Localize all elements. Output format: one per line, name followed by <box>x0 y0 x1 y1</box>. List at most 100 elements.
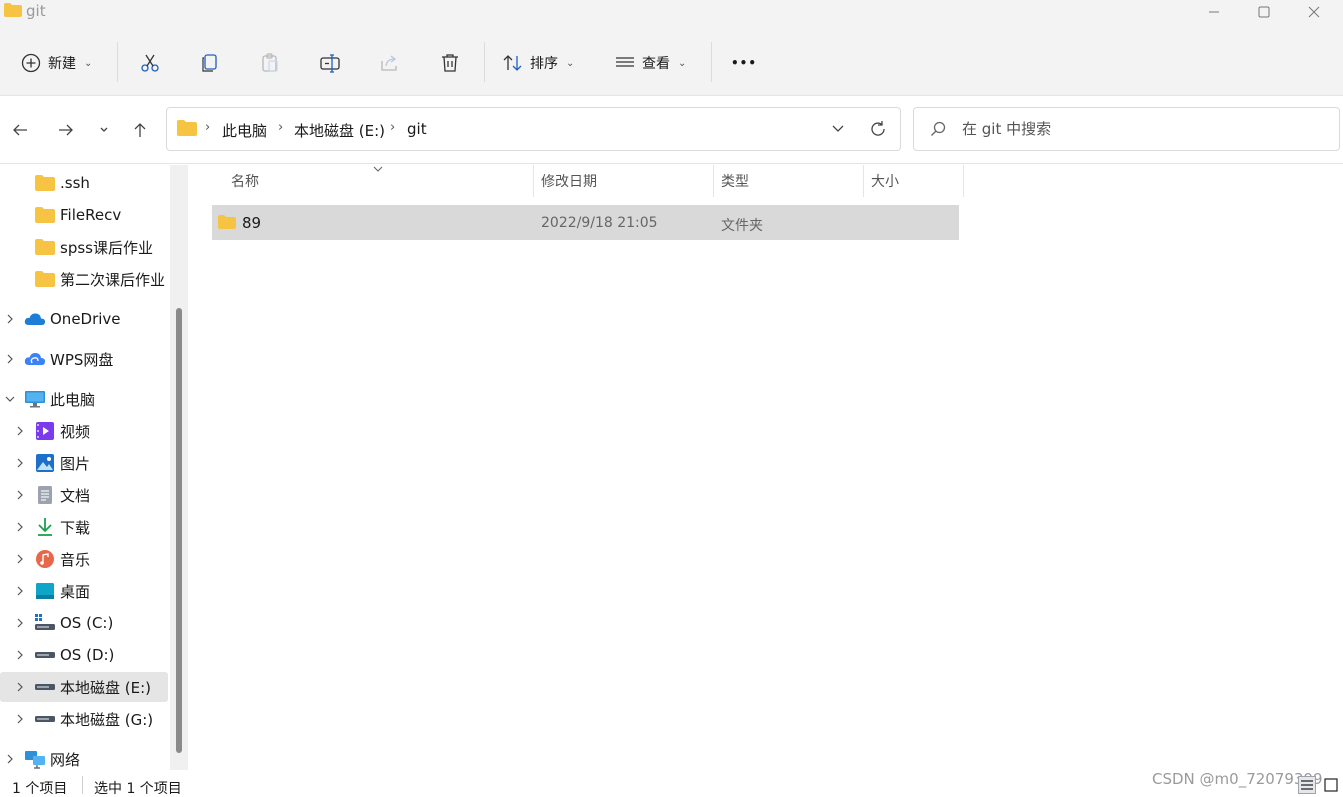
sidebar-item-ssh[interactable]: .ssh <box>0 168 168 198</box>
maximize-button[interactable] <box>1240 0 1288 24</box>
new-button[interactable]: 新建 ⌄ <box>20 46 92 80</box>
sidebar-item-documents[interactable]: 文档 <box>0 480 168 510</box>
sidebar-item-label: 第二次课后作业 <box>60 270 166 289</box>
chevron-right-icon[interactable] <box>14 489 26 501</box>
chevron-right-icon[interactable] <box>14 681 26 693</box>
chevron-right-icon[interactable] <box>14 553 26 565</box>
breadcrumb-drive-e[interactable]: 本地磁盘 (E:) <box>294 120 385 141</box>
search-input[interactable] <box>962 118 1322 140</box>
chevron-down-icon[interactable] <box>4 393 16 405</box>
sidebar-item-drive-g[interactable]: 本地磁盘 (G:) <box>0 704 168 734</box>
sidebar-item-label: WPS网盘 <box>50 350 114 369</box>
sidebar-item-second-homework[interactable]: 第二次课后作业 <box>0 264 168 294</box>
plus-circle-icon <box>21 53 41 73</box>
sidebar-item-spss-homework[interactable]: spss课后作业 <box>0 232 168 262</box>
chevron-right-icon[interactable] <box>14 521 26 533</box>
sidebar-item-label: 桌面 <box>60 582 91 601</box>
search-box[interactable] <box>913 107 1340 151</box>
view-button[interactable]: 查看 ⌄ <box>614 46 686 80</box>
arrow-left-icon <box>13 124 27 136</box>
sidebar-item-wps-drive[interactable]: WPS网盘 <box>0 344 168 374</box>
sidebar-item-label: 本地磁盘 (E:) <box>60 678 152 697</box>
details-view-icon[interactable] <box>1298 776 1316 794</box>
breadcrumb-chevron-icon: › <box>205 120 211 135</box>
chevron-right-icon[interactable] <box>14 617 26 629</box>
sidebar-item-drive-d[interactable]: OS (D:) <box>0 640 168 670</box>
tiles-view-icon[interactable] <box>1322 776 1340 794</box>
chevron-right-icon[interactable] <box>14 585 26 597</box>
windows-drive-icon <box>35 614 55 630</box>
table-row[interactable]: 89 2022/9/18 21:05 文件夹 <box>212 205 959 240</box>
forward-button[interactable] <box>54 118 78 142</box>
sidebar-item-onedrive[interactable]: OneDrive <box>0 304 168 334</box>
close-button[interactable] <box>1290 0 1338 24</box>
chevron-right-icon[interactable] <box>14 425 26 437</box>
document-icon <box>38 486 52 504</box>
chevron-right-icon[interactable] <box>4 353 16 365</box>
breadcrumb-git[interactable]: git <box>407 120 427 138</box>
sidebar-item-this-pc[interactable]: 此电脑 <box>0 384 168 414</box>
refresh-icon[interactable] <box>868 119 888 139</box>
sort-button[interactable]: 排序 ⌄ <box>502 46 574 80</box>
chevron-right-icon[interactable] <box>14 649 26 661</box>
chevron-right-icon[interactable] <box>4 753 16 765</box>
back-button[interactable] <box>8 118 32 142</box>
rename-icon <box>320 54 340 73</box>
cloud-icon <box>24 313 46 325</box>
sidebar-item-label: FileRecv <box>60 206 122 224</box>
sidebar-item-videos[interactable]: 视频 <box>0 416 168 446</box>
sidebar-scrollbar-thumb[interactable] <box>176 308 182 753</box>
sort-button-label: 排序 <box>530 56 558 72</box>
drive-icon <box>35 652 55 658</box>
copy-icon <box>202 54 217 72</box>
sidebar-item-network[interactable]: 网络 <box>0 744 168 770</box>
column-header-name[interactable]: 名称 <box>231 165 531 197</box>
column-header-label: 类型 <box>721 174 749 190</box>
column-header-modified[interactable]: 修改日期 <box>541 165 711 197</box>
sidebar-item-label: spss课后作业 <box>60 238 153 257</box>
rename-button[interactable] <box>319 46 341 80</box>
chevron-down-icon[interactable] <box>830 120 846 136</box>
scissors-icon <box>141 54 159 72</box>
column-divider[interactable] <box>963 165 964 197</box>
recent-locations-button[interactable] <box>92 118 116 142</box>
more-options-button[interactable]: ••• <box>731 46 757 80</box>
sidebar-item-music[interactable]: 音乐 <box>0 544 168 574</box>
sidebar-item-label: OneDrive <box>50 310 121 328</box>
command-bar: 新建 ⌄ 排序 ⌄ 查看 ⌄ ••• <box>0 24 1343 96</box>
drive-icon <box>35 716 55 722</box>
arrow-right-icon <box>59 124 73 136</box>
paste-button[interactable] <box>259 46 281 80</box>
sidebar-item-drive-e[interactable]: 本地磁盘 (E:) <box>0 672 168 702</box>
breadcrumb-this-pc[interactable]: 此电脑 <box>222 120 267 141</box>
column-header-size[interactable]: 大小 <box>871 165 961 197</box>
maximize-icon <box>1258 6 1270 18</box>
sidebar-item-desktop[interactable]: 桌面 <box>0 576 168 606</box>
chevron-right-icon[interactable] <box>14 457 26 469</box>
chevron-right-icon[interactable] <box>4 313 16 325</box>
chevron-right-icon[interactable] <box>14 713 26 725</box>
picture-icon <box>36 454 54 472</box>
column-header-label: 修改日期 <box>541 174 597 190</box>
sidebar-item-label: 此电脑 <box>50 390 96 409</box>
sidebar-item-drive-c[interactable]: OS (C:) <box>0 608 168 638</box>
copy-button[interactable] <box>199 46 221 80</box>
download-arrow-icon <box>38 518 52 536</box>
column-divider[interactable] <box>713 165 714 197</box>
toolbar-divider <box>117 42 118 82</box>
column-divider[interactable] <box>533 165 534 197</box>
up-button[interactable] <box>128 118 152 142</box>
close-icon <box>1308 6 1320 18</box>
drive-icon <box>35 684 55 690</box>
column-header-type[interactable]: 类型 <box>721 165 861 197</box>
address-bar[interactable]: › 此电脑 › 本地磁盘 (E:) › git <box>166 107 901 151</box>
minimize-button[interactable] <box>1190 0 1238 24</box>
sidebar-item-pictures[interactable]: 图片 <box>0 448 168 478</box>
sidebar-item-label: 视频 <box>60 422 91 441</box>
sidebar-item-downloads[interactable]: 下载 <box>0 512 168 542</box>
delete-button[interactable] <box>439 46 461 80</box>
column-divider[interactable] <box>863 165 864 197</box>
sidebar-item-filerecv[interactable]: FileRecv <box>0 200 168 230</box>
share-button[interactable] <box>379 46 401 80</box>
cut-button[interactable] <box>139 46 161 80</box>
